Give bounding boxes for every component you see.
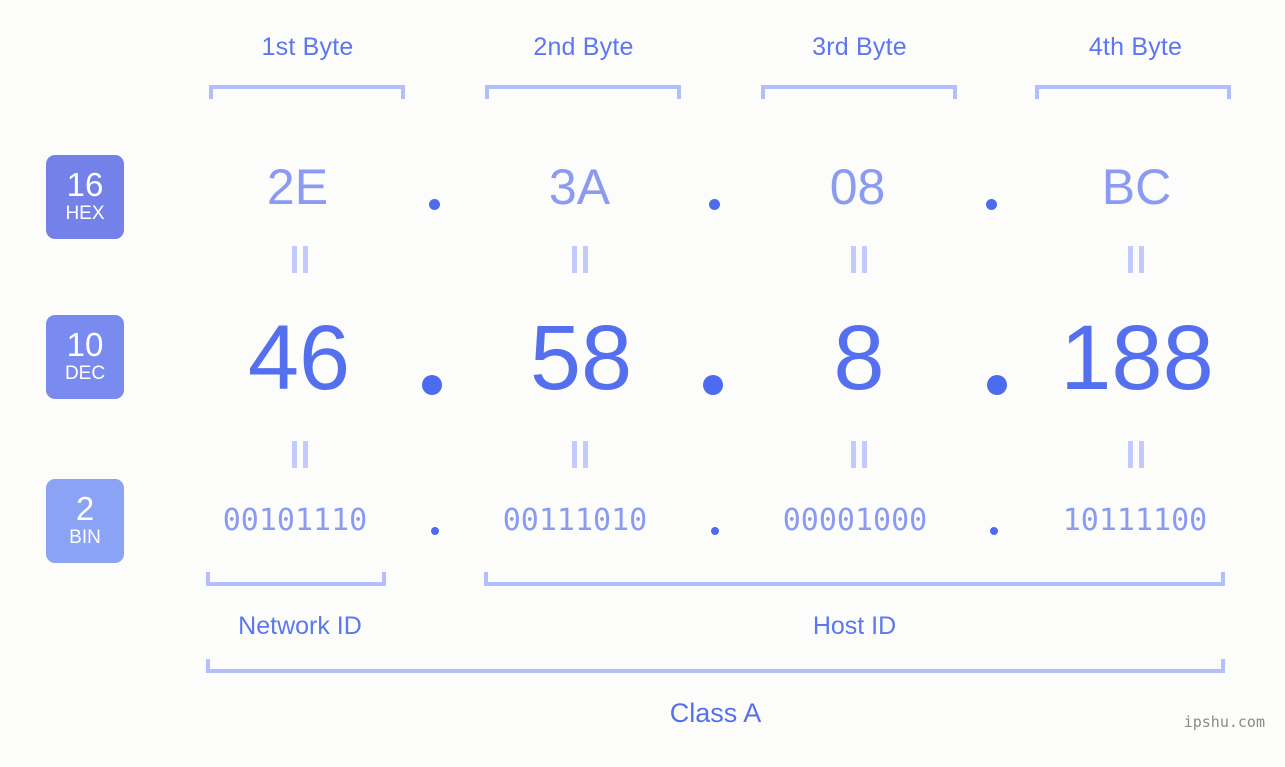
- dec-separator-2: [703, 375, 723, 395]
- site-watermark: ipshu.com: [1183, 713, 1265, 731]
- byte-bracket-1: [209, 85, 405, 99]
- equals-sign-dec-bin-1: [292, 441, 309, 468]
- bin-byte-4: 10111100: [1062, 503, 1208, 538]
- base-badge-hex-number: 16: [66, 165, 104, 203]
- hex-byte-3: 08: [829, 159, 886, 215]
- base-badge-bin: 2 BIN: [46, 479, 124, 563]
- dec-separator-1: [422, 375, 442, 395]
- bin-separator-3: [990, 527, 998, 535]
- byte-header-1: 1st Byte: [261, 33, 354, 61]
- bin-separator-2: [711, 527, 719, 535]
- hex-byte-2: 3A: [548, 159, 611, 215]
- base-badge-bin-number: 2: [75, 489, 95, 527]
- network-id-bracket: [206, 572, 386, 586]
- base-badge-hex: 16 HEX: [46, 155, 124, 239]
- bin-byte-3: 00001000: [782, 503, 928, 538]
- hex-separator-1: [429, 199, 440, 210]
- ip-address-breakdown-diagram: 1st Byte 2nd Byte 3rd Byte 4th Byte 16 H…: [0, 0, 1285, 767]
- class-label: Class A: [669, 698, 762, 728]
- hex-byte-1: 2E: [266, 159, 329, 215]
- equals-sign-dec-bin-4: [1128, 441, 1145, 468]
- hex-byte-4: BC: [1101, 159, 1172, 215]
- byte-header-3: 3rd Byte: [812, 33, 907, 61]
- host-id-bracket: [484, 572, 1225, 586]
- base-badge-dec-name: DEC: [64, 363, 106, 385]
- byte-header-4: 4th Byte: [1088, 33, 1183, 61]
- hex-separator-2: [709, 199, 720, 210]
- equals-sign-dec-bin-2: [572, 441, 589, 468]
- network-id-label: Network ID: [238, 612, 362, 640]
- equals-sign-dec-bin-3: [851, 441, 868, 468]
- equals-sign-hex-dec-2: [572, 246, 589, 273]
- equals-sign-hex-dec-1: [292, 246, 309, 273]
- equals-sign-hex-dec-4: [1128, 246, 1145, 273]
- byte-bracket-3: [761, 85, 957, 99]
- byte-bracket-2: [485, 85, 681, 99]
- base-badge-dec-number: 10: [66, 325, 104, 363]
- bin-byte-2: 00111010: [502, 503, 648, 538]
- base-badge-bin-name: BIN: [69, 527, 101, 549]
- bin-byte-1: 00101110: [222, 503, 368, 538]
- dec-byte-4: 188: [1060, 307, 1214, 409]
- base-badge-hex-name: HEX: [65, 203, 105, 225]
- dec-byte-1: 46: [247, 307, 351, 409]
- host-id-label: Host ID: [812, 612, 897, 640]
- byte-bracket-4: [1035, 85, 1231, 99]
- class-bracket: [206, 659, 1225, 673]
- dec-separator-3: [987, 375, 1007, 395]
- byte-header-2: 2nd Byte: [533, 33, 634, 61]
- equals-sign-hex-dec-3: [851, 246, 868, 273]
- bin-separator-1: [431, 527, 439, 535]
- dec-byte-3: 8: [833, 307, 885, 409]
- dec-byte-2: 58: [529, 307, 633, 409]
- base-badge-dec: 10 DEC: [46, 315, 124, 399]
- hex-separator-3: [986, 199, 997, 210]
